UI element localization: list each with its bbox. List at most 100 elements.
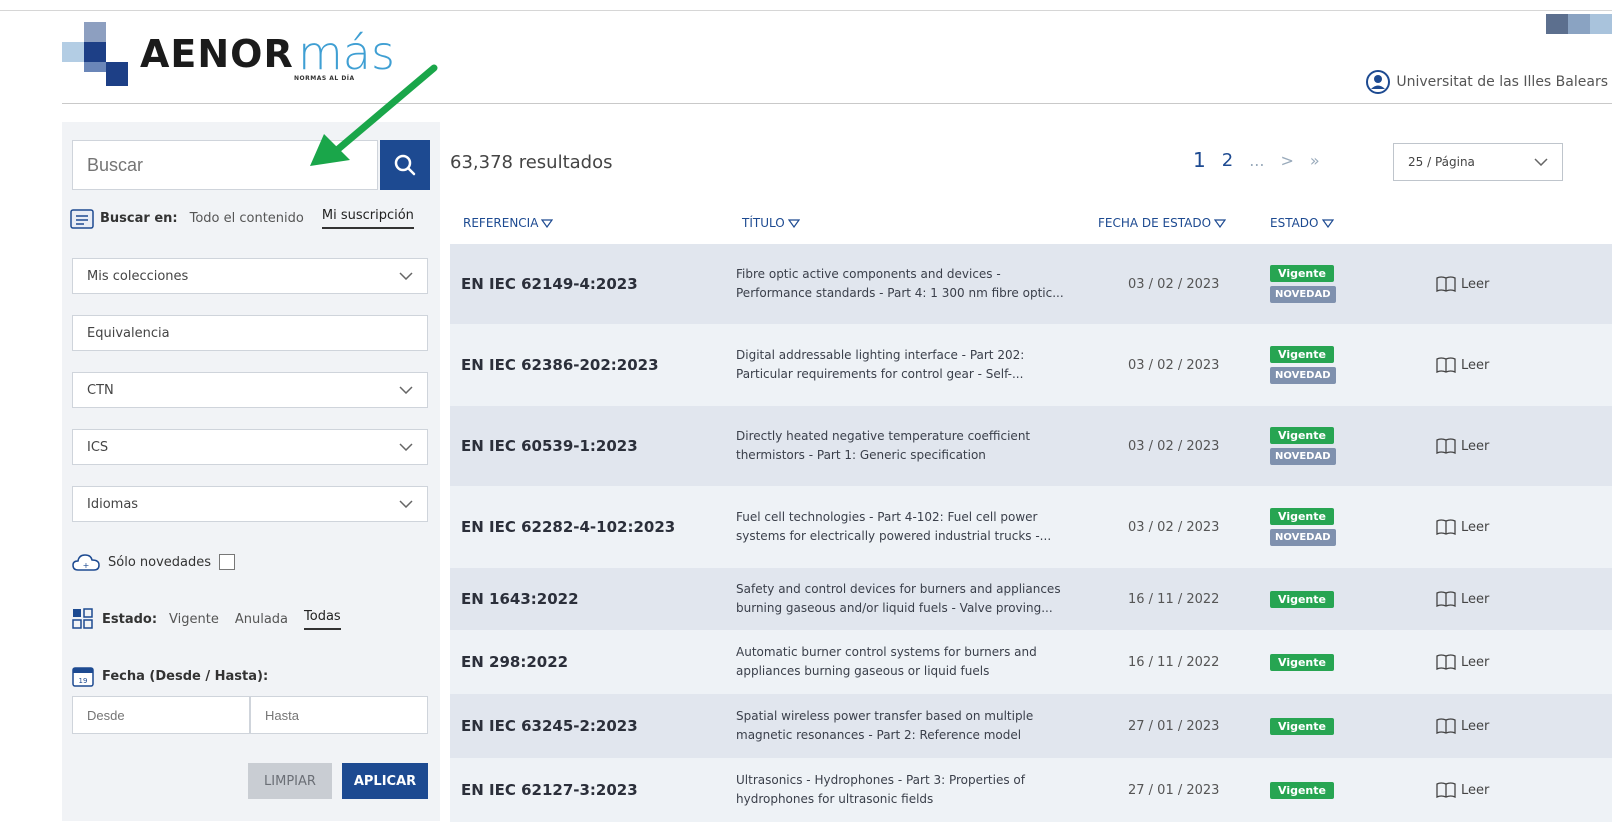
row-status: Vigente NOVEDAD: [1270, 427, 1350, 465]
table-row[interactable]: EN IEC 60539-1:2023 Directly heated nega…: [450, 406, 1612, 486]
row-title-line: Spatial wireless power transfer based on…: [736, 709, 1034, 723]
read-button[interactable]: Leer: [1436, 438, 1489, 454]
status-todas[interactable]: Todas: [304, 609, 341, 630]
date-from-input[interactable]: [72, 696, 250, 734]
read-button[interactable]: Leer: [1436, 357, 1489, 373]
ics-dropdown[interactable]: ICS: [72, 429, 428, 465]
only-news-checkbox[interactable]: [219, 554, 236, 570]
row-title-line: systems for electrically powered industr…: [736, 529, 1052, 543]
column-title-label: TÍTULO: [742, 216, 785, 230]
row-title[interactable]: Safety and control devices for burners a…: [736, 580, 1086, 618]
row-reference[interactable]: EN IEC 62282-4-102:2023: [461, 518, 675, 536]
cloud-icon: +: [72, 554, 100, 571]
user-menu[interactable]: Universitat de las Illes Balears: [1366, 70, 1608, 94]
row-title-line: Fibre optic active components and device…: [736, 267, 1001, 281]
row-reference[interactable]: EN IEC 62386-202:2023: [461, 356, 659, 374]
row-title-line: Safety and control devices for burners a…: [736, 582, 1061, 596]
next-page-button[interactable]: >: [1280, 151, 1293, 170]
ics-label: ICS: [87, 439, 109, 455]
status-anulada[interactable]: Anulada: [235, 612, 288, 627]
equivalence-label: Equivalencia: [87, 325, 170, 341]
last-page-button[interactable]: »: [1310, 151, 1320, 170]
table-row[interactable]: EN IEC 62127-3:2023 Ultrasonics - Hydrop…: [450, 758, 1612, 822]
filter-sidebar: Buscar en: Todo el contenido Mi suscripc…: [62, 122, 440, 821]
table-row[interactable]: EN IEC 62386-202:2023 Digital addressabl…: [450, 324, 1612, 406]
column-header-status[interactable]: ESTADO: [1270, 216, 1334, 230]
read-label: Leer: [1461, 654, 1490, 670]
row-reference[interactable]: EN 298:2022: [461, 653, 568, 671]
row-title-line: Digital addressable lighting interface -…: [736, 348, 1025, 362]
search-scope-label: Buscar en:: [100, 211, 178, 226]
row-title[interactable]: Spatial wireless power transfer based on…: [736, 707, 1086, 745]
row-title-line: Ultrasonics - Hydrophones - Part 3: Prop…: [736, 773, 1025, 787]
read-button[interactable]: Leer: [1436, 276, 1489, 292]
table-row[interactable]: EN IEC 62282-4-102:2023 Fuel cell techno…: [450, 486, 1612, 568]
book-icon: [1436, 438, 1456, 454]
row-status: Vigente NOVEDAD: [1270, 265, 1350, 303]
date-range: [72, 696, 428, 734]
row-reference[interactable]: EN IEC 63245-2:2023: [461, 717, 638, 735]
table-row[interactable]: EN IEC 63245-2:2023 Spatial wireless pow…: [450, 694, 1612, 758]
row-title[interactable]: Ultrasonics - Hydrophones - Part 3: Prop…: [736, 771, 1086, 809]
status-badge-vigente: Vigente: [1270, 653, 1334, 671]
row-title[interactable]: Digital addressable lighting interface -…: [736, 346, 1086, 384]
row-title-line: appliances burning gaseous or liquid fue…: [736, 664, 990, 678]
top-divider: [0, 10, 1612, 11]
sort-icon: [541, 218, 554, 228]
sort-icon: [1214, 218, 1227, 228]
scope-my-subscription[interactable]: Mi suscripción: [321, 208, 414, 229]
grid-icon: [72, 608, 93, 629]
logo-wordmark: AENOR: [140, 32, 294, 76]
status-badge-novedad: NOVEDAD: [1270, 367, 1336, 384]
row-date: 16 / 11 / 2022: [1128, 654, 1220, 670]
row-title[interactable]: Fibre optic active components and device…: [736, 265, 1086, 303]
row-status: Vigente NOVEDAD: [1270, 346, 1350, 384]
read-button[interactable]: Leer: [1436, 718, 1489, 734]
column-reference-label: REFERENCIA: [463, 216, 539, 230]
status-vigente[interactable]: Vigente: [169, 612, 219, 627]
read-button[interactable]: Leer: [1436, 782, 1489, 798]
book-icon: [1436, 654, 1456, 670]
date-filter-header: 19 Fecha (Desde / Hasta):: [72, 665, 268, 687]
date-filter-label: Fecha (Desde / Hasta):: [102, 668, 269, 684]
page-size-select[interactable]: 25 / Página: [1393, 143, 1563, 181]
row-status: Vigente NOVEDAD: [1270, 508, 1350, 546]
table-row[interactable]: EN 1643:2022 Safety and control devices …: [450, 568, 1612, 630]
row-title[interactable]: Directly heated negative temperature coe…: [736, 427, 1086, 465]
row-title-line: Automatic burner control systems for bur…: [736, 645, 1037, 659]
only-news-filter: + Sólo novedades: [72, 552, 236, 572]
page-ellipsis[interactable]: ...: [1249, 151, 1264, 170]
row-reference[interactable]: EN 1643:2022: [461, 590, 579, 608]
read-button[interactable]: Leer: [1436, 591, 1489, 607]
read-button[interactable]: Leer: [1436, 654, 1489, 670]
column-header-reference[interactable]: REFERENCIA: [463, 216, 554, 230]
column-header-status-date[interactable]: FECHA DE ESTADO: [1098, 216, 1227, 230]
row-title[interactable]: Fuel cell technologies - Part 4-102: Fue…: [736, 508, 1086, 546]
row-date: 03 / 02 / 2023: [1128, 276, 1220, 292]
table-row[interactable]: EN IEC 62149-4:2023 Fibre optic active c…: [450, 244, 1612, 324]
clear-button[interactable]: LIMPIAR: [248, 763, 332, 799]
row-reference[interactable]: EN IEC 62149-4:2023: [461, 275, 638, 293]
scope-all-content[interactable]: Todo el contenido: [190, 211, 304, 226]
row-reference[interactable]: EN IEC 60539-1:2023: [461, 437, 638, 455]
ctn-dropdown[interactable]: CTN: [72, 372, 428, 408]
column-header-title[interactable]: TÍTULO: [742, 216, 800, 230]
read-label: Leer: [1461, 718, 1490, 734]
row-reference[interactable]: EN IEC 62127-3:2023: [461, 781, 638, 799]
table-row[interactable]: EN 298:2022 Automatic burner control sys…: [450, 630, 1612, 694]
read-label: Leer: [1461, 276, 1490, 292]
apply-button[interactable]: APLICAR: [342, 763, 428, 799]
page-2[interactable]: 2: [1222, 150, 1233, 171]
row-status: Vigente: [1270, 781, 1350, 799]
read-label: Leer: [1461, 519, 1490, 535]
svg-text:19: 19: [79, 677, 88, 685]
collections-dropdown[interactable]: Mis colecciones: [72, 258, 428, 294]
date-to-input[interactable]: [250, 696, 428, 734]
equivalence-field[interactable]: Equivalencia: [72, 315, 428, 351]
row-title[interactable]: Automatic burner control systems for bur…: [736, 643, 1086, 681]
page-1[interactable]: 1: [1193, 148, 1206, 172]
read-button[interactable]: Leer: [1436, 519, 1489, 535]
languages-dropdown[interactable]: Idiomas: [72, 486, 428, 522]
book-icon: [1436, 357, 1456, 373]
book-icon: [1436, 718, 1456, 734]
